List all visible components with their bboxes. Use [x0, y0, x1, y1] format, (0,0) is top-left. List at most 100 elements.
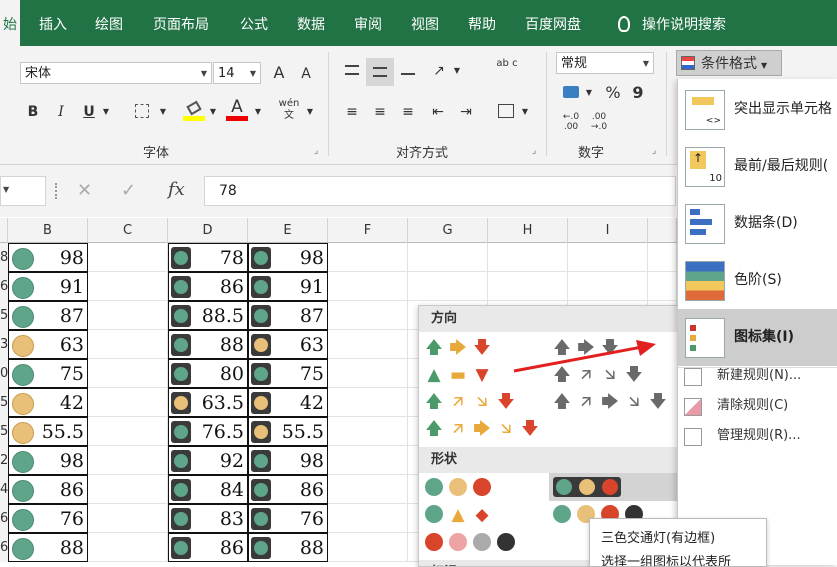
- borders-button[interactable]: [132, 101, 152, 123]
- table-cell[interactable]: 98: [248, 446, 328, 475]
- font-color-button[interactable]: A: [226, 96, 248, 121]
- table-cell[interactable]: [88, 301, 168, 330]
- row-header[interactable]: 3: [0, 330, 8, 359]
- table-cell[interactable]: 88: [248, 533, 328, 562]
- fill-color-button[interactable]: [183, 98, 205, 121]
- icon-set-4-arrows-colored[interactable]: 🡅 🡭 🡮 🡇: [423, 392, 533, 416]
- align-middle-button[interactable]: [366, 58, 394, 86]
- phonetic-guide-button[interactable]: wén文: [276, 98, 302, 121]
- merge-center-button[interactable]: [495, 101, 517, 123]
- increase-decimal-button[interactable]: ←.0.00: [560, 112, 582, 134]
- row-header[interactable]: 6: [0, 272, 8, 301]
- align-bottom-button[interactable]: [398, 60, 418, 82]
- shrink-font-button[interactable]: A: [296, 63, 316, 85]
- dialog-launcher-icon[interactable]: ⌟: [314, 146, 318, 156]
- table-cell[interactable]: 75: [8, 359, 88, 388]
- bold-button[interactable]: B: [24, 101, 42, 123]
- table-cell[interactable]: 78: [168, 243, 248, 272]
- table-cell[interactable]: [408, 272, 488, 301]
- align-left-button[interactable]: ≡: [342, 101, 362, 123]
- table-cell[interactable]: [328, 359, 408, 388]
- decrease-decimal-button[interactable]: .00 →.0: [588, 112, 610, 134]
- row-header[interactable]: 0: [0, 359, 8, 388]
- table-cell[interactable]: 98: [248, 243, 328, 272]
- table-cell[interactable]: [328, 330, 408, 359]
- dialog-launcher-icon[interactable]: ⌟: [532, 146, 536, 156]
- tell-me-search[interactable]: 操作说明搜索: [618, 0, 726, 46]
- orientation-button[interactable]: ↗: [428, 60, 450, 82]
- grow-font-button[interactable]: A: [268, 62, 290, 84]
- table-cell[interactable]: [328, 417, 408, 446]
- menu-item-new-rule[interactable]: 新建规则(N)...: [678, 362, 837, 390]
- menu-item-icon-sets[interactable]: 图标集(I): [678, 309, 837, 366]
- table-cell[interactable]: 55.5: [248, 417, 328, 446]
- column-header-b[interactable]: B: [8, 218, 88, 243]
- table-cell[interactable]: [88, 243, 168, 272]
- font-size-dropdown[interactable]: 14 ▼: [213, 62, 261, 84]
- number-format-dropdown[interactable]: 常规 ▼: [556, 52, 654, 74]
- table-cell[interactable]: [488, 272, 568, 301]
- table-cell[interactable]: [328, 475, 408, 504]
- table-cell[interactable]: 86: [248, 475, 328, 504]
- italic-button[interactable]: I: [52, 101, 70, 123]
- table-cell[interactable]: [408, 243, 488, 272]
- table-cell[interactable]: [328, 446, 408, 475]
- menu-item-clear-rules[interactable]: 清除规则(C): [678, 392, 837, 420]
- table-cell[interactable]: 88: [168, 330, 248, 359]
- tab-review[interactable]: 审阅: [354, 0, 382, 46]
- column-header-i[interactable]: I: [568, 218, 648, 243]
- table-cell[interactable]: 63.5: [168, 388, 248, 417]
- icon-set-3-arrows-colored[interactable]: 🡅 🡆 🡇: [423, 338, 513, 362]
- align-right-button[interactable]: ≡: [398, 101, 418, 123]
- insert-function-button[interactable]: fx: [168, 179, 185, 200]
- table-cell[interactable]: 87: [248, 301, 328, 330]
- table-cell[interactable]: [488, 243, 568, 272]
- menu-item-manage-rules[interactable]: 管理规则(R)...: [678, 422, 837, 450]
- table-cell[interactable]: [88, 533, 168, 562]
- table-cell[interactable]: [568, 243, 648, 272]
- table-cell[interactable]: [88, 388, 168, 417]
- table-cell[interactable]: [328, 301, 408, 330]
- tab-view[interactable]: 视图: [411, 0, 439, 46]
- table-cell[interactable]: [328, 504, 408, 533]
- column-header-j[interactable]: [648, 218, 677, 243]
- column-header-g[interactable]: G: [408, 218, 488, 243]
- column-header-c[interactable]: C: [88, 218, 168, 243]
- comma-style-button[interactable]: 9: [630, 82, 646, 104]
- row-header[interactable]: 5: [0, 417, 8, 446]
- table-cell[interactable]: [88, 417, 168, 446]
- table-cell[interactable]: [88, 330, 168, 359]
- chevron-down-icon[interactable]: ▼: [451, 60, 463, 82]
- chevron-down-icon[interactable]: ▼: [519, 101, 531, 123]
- confirm-entry-icon[interactable]: ✓: [121, 180, 136, 201]
- cancel-entry-icon[interactable]: ✕: [77, 180, 92, 201]
- table-cell[interactable]: [328, 272, 408, 301]
- table-cell[interactable]: 86: [8, 475, 88, 504]
- menu-item-highlight-cells-rules[interactable]: <> 突出显示单元格: [678, 81, 837, 138]
- drag-handle[interactable]: [55, 183, 60, 199]
- icon-set-3-triangles[interactable]: ▲ ▬ ▼: [423, 365, 513, 389]
- increase-indent-button[interactable]: ⇥: [456, 101, 476, 123]
- column-header-e[interactable]: E: [248, 218, 328, 243]
- tab-formulas[interactable]: 公式: [240, 0, 268, 46]
- align-center-button[interactable]: ≡: [370, 101, 390, 123]
- table-cell[interactable]: 98: [8, 243, 88, 272]
- table-cell[interactable]: 98: [8, 446, 88, 475]
- tab-help[interactable]: 帮助: [468, 0, 496, 46]
- chevron-down-icon[interactable]: ▼: [157, 101, 169, 123]
- table-cell[interactable]: 63: [8, 330, 88, 359]
- menu-item-color-scales[interactable]: 色阶(S): [678, 252, 837, 309]
- table-cell[interactable]: 55.5: [8, 417, 88, 446]
- conditional-formatting-button[interactable]: 条件格式 ▼: [676, 50, 782, 76]
- row-header[interactable]: 6: [0, 533, 8, 562]
- dialog-launcher-icon[interactable]: ⌟: [652, 146, 656, 156]
- icon-set-red-to-black[interactable]: [425, 533, 535, 555]
- table-cell[interactable]: [88, 359, 168, 388]
- chevron-down-icon[interactable]: ▼: [252, 101, 264, 123]
- icon-set-3-signs[interactable]: ▲ ◆: [425, 505, 505, 527]
- column-header-f[interactable]: F: [328, 218, 408, 243]
- chevron-down-icon[interactable]: ▼: [100, 101, 112, 123]
- table-cell[interactable]: 88.5: [168, 301, 248, 330]
- menu-item-data-bars[interactable]: 数据条(D): [678, 195, 837, 252]
- table-cell[interactable]: 83: [168, 504, 248, 533]
